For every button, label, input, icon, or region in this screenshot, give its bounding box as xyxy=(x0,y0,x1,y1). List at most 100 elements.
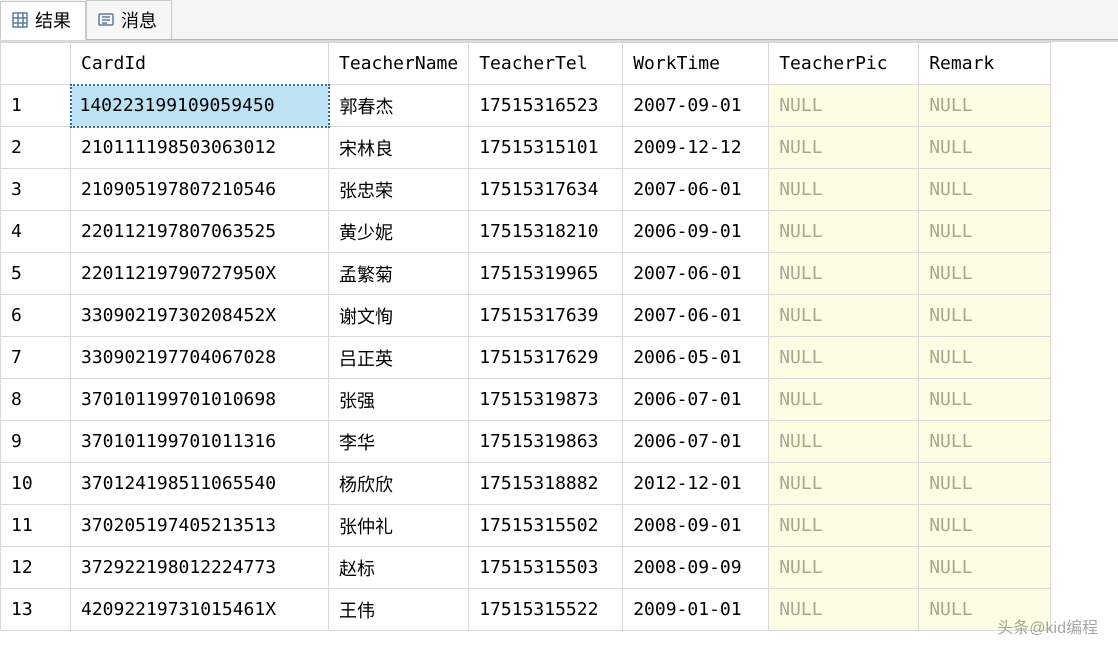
table-row[interactable]: 2210111198503063012宋林良175153151012009-12… xyxy=(1,127,1051,169)
cell-tname[interactable]: 黄少妮 xyxy=(329,211,469,253)
cell-cardid[interactable]: 370124198511065540 xyxy=(71,463,329,505)
cell-tpic[interactable]: NULL xyxy=(769,127,919,169)
header-rownum[interactable] xyxy=(1,43,71,85)
row-number[interactable]: 3 xyxy=(1,169,71,211)
row-number[interactable]: 11 xyxy=(1,505,71,547)
table-row[interactable]: 3210905197807210546张忠荣175153176342007-06… xyxy=(1,169,1051,211)
row-number[interactable]: 4 xyxy=(1,211,71,253)
cell-remark[interactable]: NULL xyxy=(919,337,1051,379)
table-row[interactable]: 1342092219731015461X王伟175153155222009-01… xyxy=(1,589,1051,631)
tab-messages[interactable]: 消息 xyxy=(86,0,172,39)
table-row[interactable]: 522011219790727950X孟繁菊175153199652007-06… xyxy=(1,253,1051,295)
cell-tname[interactable]: 杨欣欣 xyxy=(329,463,469,505)
cell-tpic[interactable]: NULL xyxy=(769,85,919,127)
cell-remark[interactable]: NULL xyxy=(919,421,1051,463)
table-row[interactable]: 633090219730208452X谢文恂175153176392007-06… xyxy=(1,295,1051,337)
cell-tname[interactable]: 李华 xyxy=(329,421,469,463)
cell-tpic[interactable]: NULL xyxy=(769,379,919,421)
cell-tname[interactable]: 郭春杰 xyxy=(329,85,469,127)
cell-wtime[interactable]: 2007-06-01 xyxy=(623,169,769,211)
cell-cardid[interactable]: 220112197807063525 xyxy=(71,211,329,253)
cell-wtime[interactable]: 2007-06-01 xyxy=(623,253,769,295)
cell-ttel[interactable]: 17515315503 xyxy=(469,547,623,589)
cell-cardid[interactable]: 22011219790727950X xyxy=(71,253,329,295)
row-number[interactable]: 5 xyxy=(1,253,71,295)
cell-wtime[interactable]: 2006-05-01 xyxy=(623,337,769,379)
row-number[interactable]: 7 xyxy=(1,337,71,379)
cell-ttel[interactable]: 17515315101 xyxy=(469,127,623,169)
cell-wtime[interactable]: 2006-09-01 xyxy=(623,211,769,253)
cell-ttel[interactable]: 17515315502 xyxy=(469,505,623,547)
cell-ttel[interactable]: 17515318210 xyxy=(469,211,623,253)
cell-remark[interactable]: NULL xyxy=(919,379,1051,421)
cell-cardid[interactable]: 370205197405213513 xyxy=(71,505,329,547)
row-number[interactable]: 12 xyxy=(1,547,71,589)
cell-remark[interactable]: NULL xyxy=(919,169,1051,211)
cell-remark[interactable]: NULL xyxy=(919,505,1051,547)
row-number[interactable]: 13 xyxy=(1,589,71,631)
cell-tpic[interactable]: NULL xyxy=(769,169,919,211)
cell-tname[interactable]: 张忠荣 xyxy=(329,169,469,211)
cell-tpic[interactable]: NULL xyxy=(769,295,919,337)
cell-tpic[interactable]: NULL xyxy=(769,547,919,589)
cell-tpic[interactable]: NULL xyxy=(769,253,919,295)
cell-tpic[interactable]: NULL xyxy=(769,505,919,547)
header-cardid[interactable]: CardId xyxy=(71,43,329,85)
cell-ttel[interactable]: 17515317639 xyxy=(469,295,623,337)
cell-wtime[interactable]: 2009-12-12 xyxy=(623,127,769,169)
header-tpic[interactable]: TeacherPic xyxy=(769,43,919,85)
cell-ttel[interactable]: 17515315522 xyxy=(469,589,623,631)
cell-wtime[interactable]: 2007-06-01 xyxy=(623,295,769,337)
cell-tpic[interactable]: NULL xyxy=(769,463,919,505)
results-grid[interactable]: CardId TeacherName TeacherTel WorkTime T… xyxy=(0,40,1118,648)
header-remark[interactable]: Remark xyxy=(919,43,1051,85)
cell-tpic[interactable]: NULL xyxy=(769,589,919,631)
cell-ttel[interactable]: 17515319873 xyxy=(469,379,623,421)
cell-tname[interactable]: 宋林良 xyxy=(329,127,469,169)
header-wtime[interactable]: WorkTime xyxy=(623,43,769,85)
cell-wtime[interactable]: 2008-09-01 xyxy=(623,505,769,547)
cell-tname[interactable]: 张强 xyxy=(329,379,469,421)
cell-ttel[interactable]: 17515319863 xyxy=(469,421,623,463)
table-row[interactable]: 10370124198511065540杨欣欣175153188822012-1… xyxy=(1,463,1051,505)
cell-tname[interactable]: 吕正英 xyxy=(329,337,469,379)
cell-remark[interactable]: NULL xyxy=(919,85,1051,127)
cell-tpic[interactable]: NULL xyxy=(769,337,919,379)
row-number[interactable]: 10 xyxy=(1,463,71,505)
tab-results[interactable]: 结果 xyxy=(0,1,86,40)
table-row[interactable]: 11370205197405213513张仲礼175153155022008-0… xyxy=(1,505,1051,547)
cell-cardid[interactable]: 370101199701011316 xyxy=(71,421,329,463)
cell-remark[interactable]: NULL xyxy=(919,589,1051,631)
cell-ttel[interactable]: 17515316523 xyxy=(469,85,623,127)
cell-remark[interactable]: NULL xyxy=(919,211,1051,253)
cell-tname[interactable]: 赵标 xyxy=(329,547,469,589)
cell-remark[interactable]: NULL xyxy=(919,127,1051,169)
cell-remark[interactable]: NULL xyxy=(919,295,1051,337)
table-row[interactable]: 9370101199701011316李华175153198632006-07-… xyxy=(1,421,1051,463)
cell-cardid[interactable]: 140223199109059450 xyxy=(71,85,329,127)
cell-remark[interactable]: NULL xyxy=(919,253,1051,295)
cell-ttel[interactable]: 17515318882 xyxy=(469,463,623,505)
cell-remark[interactable]: NULL xyxy=(919,547,1051,589)
cell-wtime[interactable]: 2007-09-01 xyxy=(623,85,769,127)
table-row[interactable]: 1140223199109059450郭春杰175153165232007-09… xyxy=(1,85,1051,127)
cell-ttel[interactable]: 17515317629 xyxy=(469,337,623,379)
cell-wtime[interactable]: 2006-07-01 xyxy=(623,421,769,463)
cell-cardid[interactable]: 33090219730208452X xyxy=(71,295,329,337)
table-row[interactable]: 7330902197704067028吕正英175153176292006-05… xyxy=(1,337,1051,379)
row-number[interactable]: 2 xyxy=(1,127,71,169)
cell-wtime[interactable]: 2009-01-01 xyxy=(623,589,769,631)
cell-cardid[interactable]: 372922198012224773 xyxy=(71,547,329,589)
cell-tpic[interactable]: NULL xyxy=(769,211,919,253)
cell-remark[interactable]: NULL xyxy=(919,463,1051,505)
cell-cardid[interactable]: 210905197807210546 xyxy=(71,169,329,211)
table-row[interactable]: 8370101199701010698张强175153198732006-07-… xyxy=(1,379,1051,421)
cell-cardid[interactable]: 330902197704067028 xyxy=(71,337,329,379)
cell-tpic[interactable]: NULL xyxy=(769,421,919,463)
cell-tname[interactable]: 张仲礼 xyxy=(329,505,469,547)
cell-ttel[interactable]: 17515317634 xyxy=(469,169,623,211)
cell-cardid[interactable]: 370101199701010698 xyxy=(71,379,329,421)
cell-wtime[interactable]: 2012-12-01 xyxy=(623,463,769,505)
row-number[interactable]: 6 xyxy=(1,295,71,337)
cell-tname[interactable]: 孟繁菊 xyxy=(329,253,469,295)
